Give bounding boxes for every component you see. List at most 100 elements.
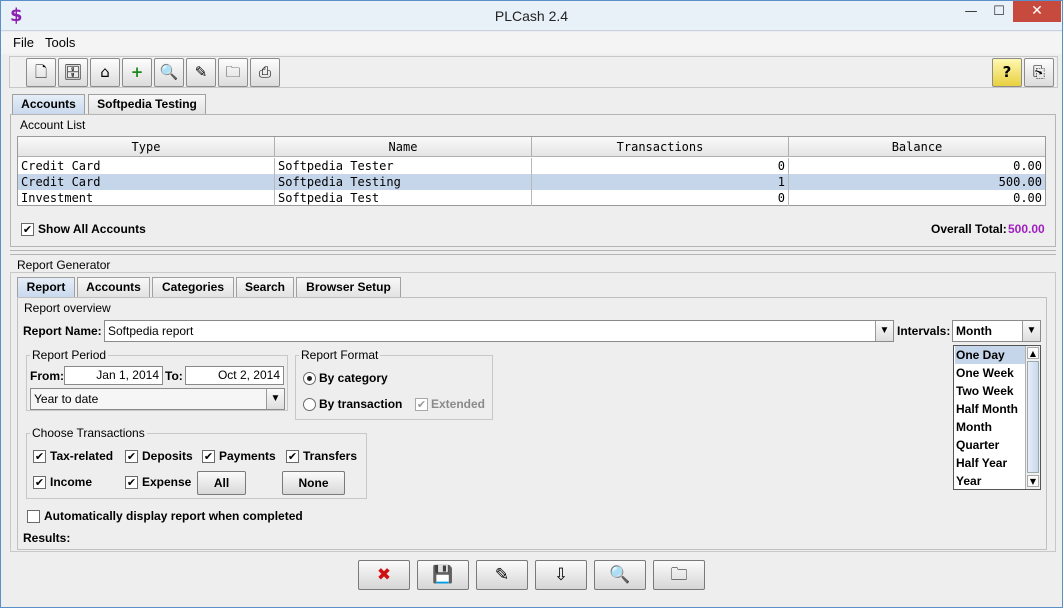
cabinet-icon[interactable]: 🗄 [58,58,88,87]
cell-type: Credit Card [18,174,275,190]
from-date-input[interactable]: Jan 1, 2014 [64,366,163,385]
transfers-checkbox[interactable]: ✔ [286,450,299,463]
chevron-down-icon[interactable]: ▼ [1022,321,1040,341]
period-preset-select[interactable]: Year to date ▼ [30,388,285,410]
payments-checkbox[interactable]: ✔ [202,450,215,463]
window-title: PLCash 2.4 [494,8,569,24]
interval-option[interactable]: Quarter [955,436,1025,454]
none-button[interactable]: None [282,471,345,495]
table-row[interactable]: Investment Softpedia Test 0 0.00 [18,190,1045,206]
overall-total-value: 500.00 [1008,222,1045,236]
intervals-select[interactable]: Month ▼ [952,320,1041,342]
payments-label: Payments [219,449,276,463]
column-header-balance[interactable]: Balance [789,137,1045,157]
tab-report-accounts[interactable]: Accounts [77,277,150,297]
tab-categories[interactable]: Categories [152,277,234,297]
account-table[interactable]: Type Name Transactions Balance Credit Ca… [17,136,1046,206]
tab-browser-setup[interactable]: Browser Setup [296,277,401,297]
intervals-dropdown-list[interactable]: One Day One Week Two Week Half Month Mon… [953,345,1041,490]
interval-option[interactable]: One Day [955,346,1025,364]
open-folder-icon[interactable]: 🗀 [653,560,705,590]
print-icon[interactable]: ⎙ [250,58,280,87]
by-category-label: By category [319,371,388,385]
column-header-transactions[interactable]: Transactions [532,137,789,157]
scroll-up-icon[interactable]: ▲ [1027,347,1039,359]
tab-softpedia-testing[interactable]: Softpedia Testing [88,94,206,114]
choose-transactions-title: Choose Transactions [30,426,147,440]
by-transaction-radio[interactable] [303,398,316,411]
help-icon[interactable]: ? [992,58,1022,87]
cell-name: Softpedia Tester [275,158,532,174]
auto-display-checkbox[interactable] [27,510,40,523]
new-document-icon[interactable]: 🗋 [26,58,56,87]
tab-accounts[interactable]: Accounts [12,94,85,114]
edit-icon[interactable]: ✎ [476,560,528,590]
toolbar: 🗋 🗄 ⌂ + 🔍 ✎ 🗀 ⎙ ? ⎘ [9,56,1058,88]
interval-option[interactable]: Half Month [955,400,1025,418]
income-checkbox[interactable]: ✔ [33,476,46,489]
interval-option[interactable]: Year [955,472,1025,490]
period-preset-value: Year to date [34,392,99,406]
edit-icon[interactable]: ✎ [186,58,216,87]
from-label: From: [30,369,64,383]
top-tabs: Accounts Softpedia Testing [12,94,412,114]
interval-option[interactable]: Month [955,418,1025,436]
income-label: Income [50,475,93,489]
overall-total-label: Overall Total: [931,222,1007,236]
expense-checkbox[interactable]: ✔ [125,476,138,489]
report-format-title: Report Format [299,348,381,362]
maximize-button[interactable]: ☐ [985,1,1013,23]
chevron-down-icon[interactable]: ▼ [875,321,893,341]
export-icon[interactable]: ⇩ [535,560,587,590]
close-button[interactable]: ✕ [1013,1,1061,22]
tab-search[interactable]: Search [236,277,294,297]
dropdown-scrollbar[interactable]: ▲ ▼ [1025,346,1040,489]
scroll-down-icon[interactable]: ▼ [1027,475,1039,487]
table-row[interactable]: Credit Card Softpedia Testing 1 500.00 [18,174,1045,190]
home-icon[interactable]: ⌂ [90,58,120,87]
report-name-input[interactable]: Softpedia report ▼ [104,320,894,342]
search-icon[interactable]: 🔍 [154,58,184,87]
splitter[interactable] [10,250,1056,255]
account-list-title: Account List [18,118,88,132]
to-date-input[interactable]: Oct 2, 2014 [185,366,284,385]
table-row[interactable]: Credit Card Softpedia Tester 0 0.00 [18,158,1045,174]
minimize-button[interactable]: — [957,1,985,23]
show-all-accounts-checkbox[interactable]: ✔ [21,223,34,236]
show-all-accounts-label: Show All Accounts [38,222,146,236]
cancel-icon[interactable]: ✖ [358,560,410,590]
menu-file[interactable]: File [13,35,34,50]
to-label: To: [165,369,183,383]
all-button[interactable]: All [197,471,246,495]
cell-balance: 0.00 [1013,159,1042,173]
tab-report[interactable]: Report [17,277,75,297]
interval-option[interactable]: Two Week [955,382,1025,400]
preview-icon[interactable]: 🔍 [594,560,646,590]
extended-checkbox[interactable]: ✔ [415,398,428,411]
application-window: $ PLCash 2.4 — ☐ ✕ File Tools 🗋 🗄 ⌂ + 🔍 … [0,0,1063,608]
interval-option[interactable]: Half Year [955,454,1025,472]
column-header-type[interactable]: Type [18,137,275,157]
report-name-label: Report Name: [23,324,102,338]
report-overview-title: Report overview [24,301,111,315]
expense-label: Expense [142,475,192,489]
save-icon[interactable]: 💾 [417,560,469,590]
chevron-down-icon[interactable]: ▼ [266,389,284,409]
report-period-title: Report Period [30,348,109,362]
scroll-thumb[interactable] [1027,361,1039,473]
intervals-value: Month [956,324,992,338]
menu-tools[interactable]: Tools [45,35,75,50]
interval-option[interactable]: One Week [955,364,1025,382]
cell-transactions: 0 [532,190,789,206]
add-icon[interactable]: + [122,58,152,87]
results-label: Results: [23,531,71,545]
folder-icon[interactable]: 🗀 [218,58,248,87]
exit-icon[interactable]: ⎘ [1024,58,1054,87]
by-category-radio[interactable] [303,372,316,385]
cell-name: Softpedia Test [275,190,532,206]
cell-transactions: 1 [532,174,789,190]
report-name-value: Softpedia report [108,324,194,338]
deposits-checkbox[interactable]: ✔ [125,450,138,463]
column-header-name[interactable]: Name [275,137,532,157]
tax-related-checkbox[interactable]: ✔ [33,450,46,463]
